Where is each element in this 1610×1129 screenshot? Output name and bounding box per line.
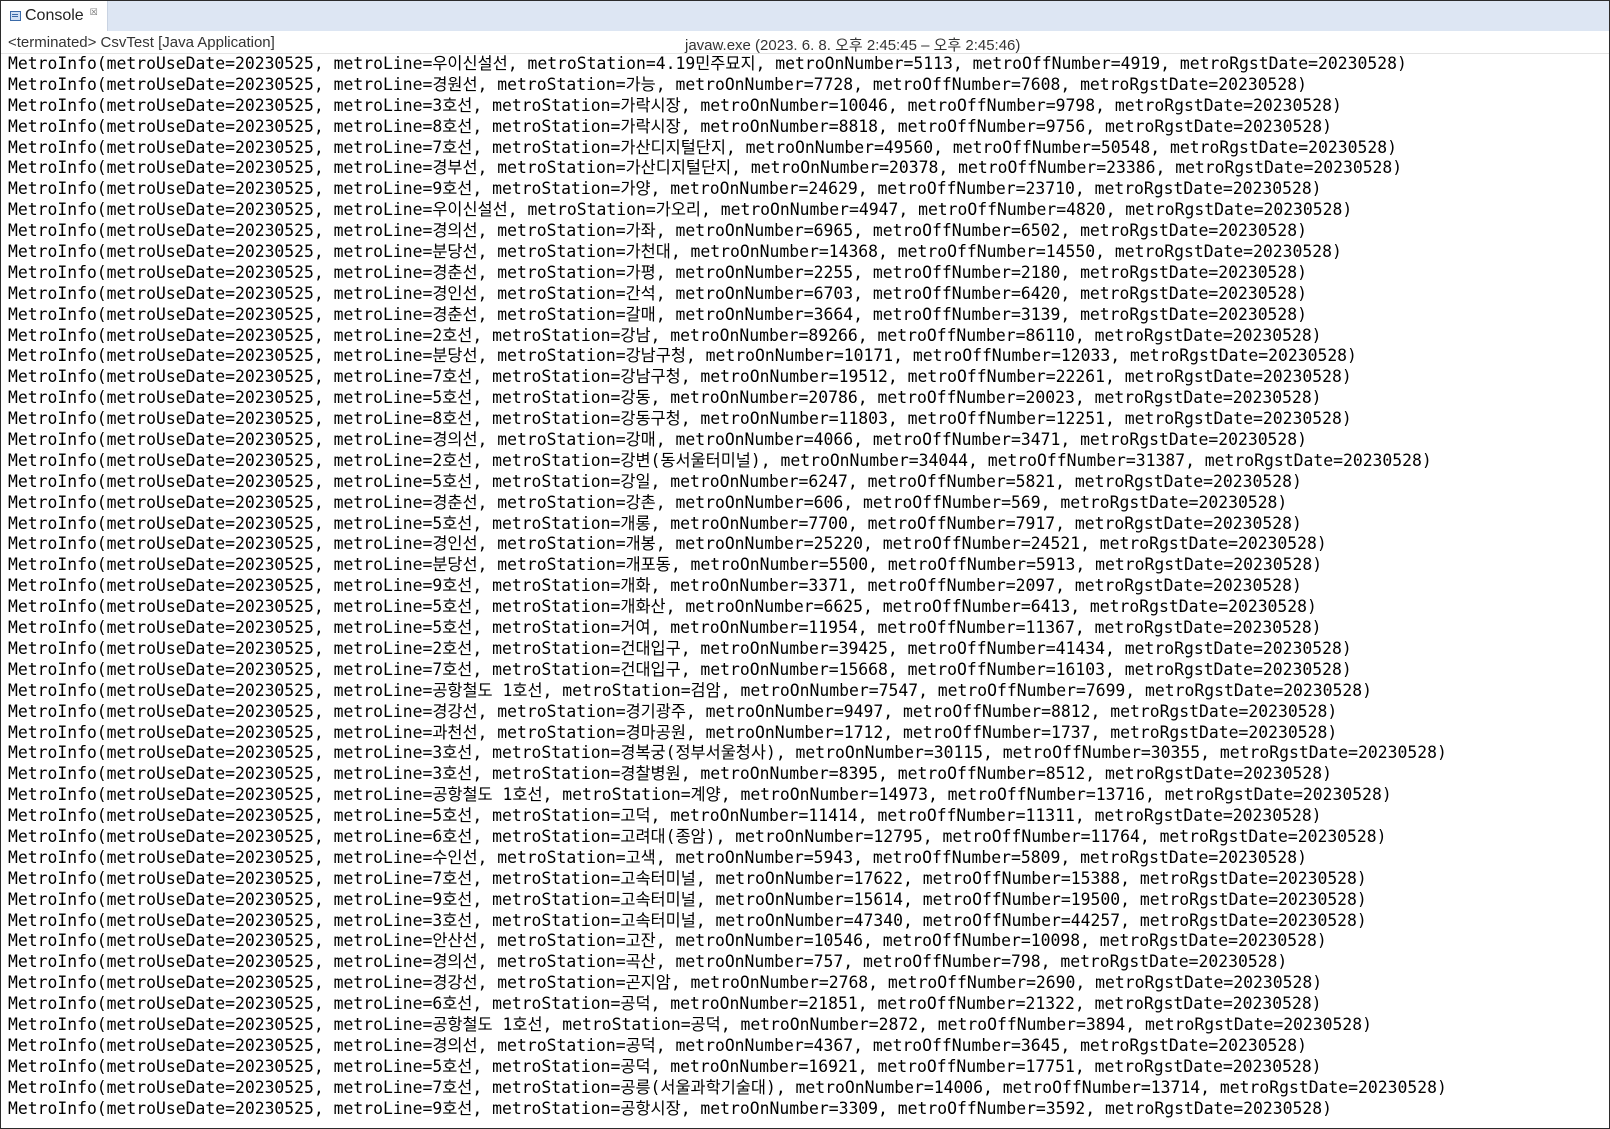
console-line: MetroInfo(metroUseDate=20230525, metroLi… bbox=[8, 450, 1432, 470]
console-line: MetroInfo(metroUseDate=20230525, metroLi… bbox=[8, 952, 1288, 972]
launch-info: <terminated> CsvTest [Java Application] bbox=[8, 34, 275, 51]
console-line: MetroInfo(metroUseDate=20230525, metroLi… bbox=[8, 200, 1353, 220]
console-line: MetroInfo(metroUseDate=20230525, metroLi… bbox=[8, 701, 1338, 721]
console-line: MetroInfo(metroUseDate=20230525, metroLi… bbox=[8, 659, 1352, 679]
console-line: MetroInfo(metroUseDate=20230525, metroLi… bbox=[8, 513, 1302, 533]
console-line: MetroInfo(metroUseDate=20230525, metroLi… bbox=[8, 597, 1317, 617]
console-line: MetroInfo(metroUseDate=20230525, metroLi… bbox=[8, 221, 1308, 241]
console-line: MetroInfo(metroUseDate=20230525, metroLi… bbox=[8, 638, 1352, 658]
console-line: MetroInfo(metroUseDate=20230525, metroLi… bbox=[8, 262, 1308, 282]
close-icon[interactable]: ☒ bbox=[90, 7, 98, 18]
console-line: MetroInfo(metroUseDate=20230525, metroLi… bbox=[8, 973, 1323, 993]
console-status-line: <terminated> CsvTest [Java Application] … bbox=[1, 31, 1609, 54]
console-line: MetroInfo(metroUseDate=20230525, metroLi… bbox=[8, 409, 1352, 429]
console-line: MetroInfo(metroUseDate=20230525, metroLi… bbox=[8, 764, 1332, 784]
console-line: MetroInfo(metroUseDate=20230525, metroLi… bbox=[8, 54, 1407, 73]
console-line: MetroInfo(metroUseDate=20230525, metroLi… bbox=[8, 388, 1322, 408]
console-line: MetroInfo(metroUseDate=20230525, metroLi… bbox=[8, 137, 1397, 157]
console-line: MetroInfo(metroUseDate=20230525, metroLi… bbox=[8, 785, 1392, 805]
console-line: MetroInfo(metroUseDate=20230525, metroLi… bbox=[8, 910, 1367, 930]
console-line: MetroInfo(metroUseDate=20230525, metroLi… bbox=[8, 576, 1302, 596]
console-line: MetroInfo(metroUseDate=20230525, metroLi… bbox=[8, 1014, 1373, 1034]
console-line: MetroInfo(metroUseDate=20230525, metroLi… bbox=[8, 931, 1327, 951]
process-info: javaw.exe (2023. 6. 8. 오후 2:45:45 – 오후 2… bbox=[685, 37, 1021, 54]
console-line: MetroInfo(metroUseDate=20230525, metroLi… bbox=[8, 95, 1342, 115]
tab-console[interactable]: Console ☒ bbox=[1, 1, 108, 31]
console-line: MetroInfo(metroUseDate=20230525, metroLi… bbox=[8, 555, 1323, 575]
console-line: MetroInfo(metroUseDate=20230525, metroLi… bbox=[8, 1035, 1308, 1055]
console-line: MetroInfo(metroUseDate=20230525, metroLi… bbox=[8, 158, 1403, 178]
console-line: MetroInfo(metroUseDate=20230525, metroLi… bbox=[8, 471, 1302, 491]
console-line: MetroInfo(metroUseDate=20230525, metroLi… bbox=[8, 116, 1332, 136]
console-line: MetroInfo(metroUseDate=20230525, metroLi… bbox=[8, 868, 1367, 888]
console-view: Console ☒ <terminated> CsvTest [Java App… bbox=[0, 0, 1610, 1129]
console-line: MetroInfo(metroUseDate=20230525, metroLi… bbox=[8, 847, 1308, 867]
console-line: MetroInfo(metroUseDate=20230525, metroLi… bbox=[8, 806, 1322, 826]
console-line: MetroInfo(metroUseDate=20230525, metroLi… bbox=[8, 534, 1327, 554]
console-line: MetroInfo(metroUseDate=20230525, metroLi… bbox=[8, 743, 1447, 763]
view-tab-bar: Console ☒ bbox=[1, 1, 1609, 31]
console-line: MetroInfo(metroUseDate=20230525, metroLi… bbox=[8, 1098, 1332, 1118]
console-icon bbox=[10, 11, 21, 21]
console-line: MetroInfo(metroUseDate=20230525, metroLi… bbox=[8, 1077, 1447, 1097]
console-line: MetroInfo(metroUseDate=20230525, metroLi… bbox=[8, 367, 1352, 387]
console-line: MetroInfo(metroUseDate=20230525, metroLi… bbox=[8, 74, 1308, 94]
tab-console-label: Console bbox=[25, 7, 84, 24]
console-line: MetroInfo(metroUseDate=20230525, metroLi… bbox=[8, 179, 1322, 199]
console-line: MetroInfo(metroUseDate=20230525, metroLi… bbox=[8, 722, 1338, 742]
console-line: MetroInfo(metroUseDate=20230525, metroLi… bbox=[8, 430, 1308, 450]
console-line: MetroInfo(metroUseDate=20230525, metroLi… bbox=[8, 492, 1288, 512]
console-line: MetroInfo(metroUseDate=20230525, metroLi… bbox=[8, 826, 1387, 846]
console-line: MetroInfo(metroUseDate=20230525, metroLi… bbox=[8, 994, 1322, 1014]
console-line: MetroInfo(metroUseDate=20230525, metroLi… bbox=[8, 283, 1308, 303]
console-line: MetroInfo(metroUseDate=20230525, metroLi… bbox=[8, 346, 1357, 366]
console-output: MetroInfo(metroUseDate=20230525, metroLi… bbox=[8, 54, 1609, 1119]
console-line: MetroInfo(metroUseDate=20230525, metroLi… bbox=[8, 618, 1322, 638]
console-line: MetroInfo(metroUseDate=20230525, metroLi… bbox=[8, 304, 1308, 324]
console-line: MetroInfo(metroUseDate=20230525, metroLi… bbox=[8, 680, 1373, 700]
console-line: MetroInfo(metroUseDate=20230525, metroLi… bbox=[8, 889, 1367, 909]
console-line: MetroInfo(metroUseDate=20230525, metroLi… bbox=[8, 1056, 1322, 1076]
console-line: MetroInfo(metroUseDate=20230525, metroLi… bbox=[8, 325, 1322, 345]
console-line: MetroInfo(metroUseDate=20230525, metroLi… bbox=[8, 242, 1342, 262]
